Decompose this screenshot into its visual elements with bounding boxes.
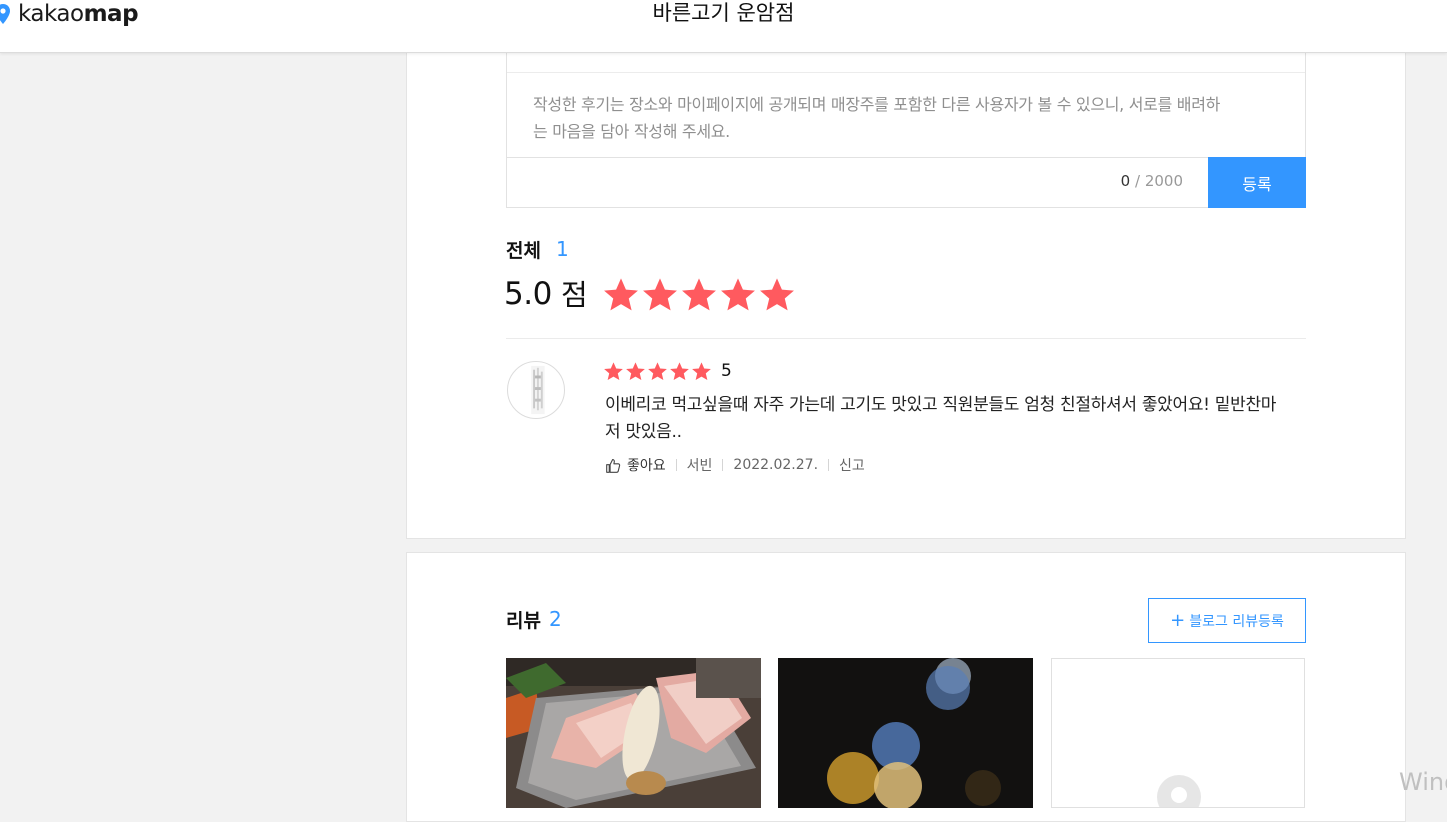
thumbs-up-icon[interactable] [605,457,622,474]
like-button[interactable]: 좋아요 [627,455,666,475]
windows-watermark: Windows [1399,768,1447,796]
blog-review-label: 리뷰 [506,610,541,632]
review-textarea-placeholder[interactable]: 작성한 후기는 장소와 마이페이지에 공개되며 매장주를 포함한 다른 사용자가… [533,91,1223,145]
divider [506,338,1306,339]
star-icon [682,278,716,311]
star-icon [626,362,645,380]
top-header: kakaomap 바른고기 운암점 [0,0,1447,53]
no-image-icon [1157,775,1201,807]
blog-review-thumbnail[interactable] [506,658,761,808]
meta-separator [675,459,677,471]
star-icon [760,278,794,311]
char-count: 0 [1120,172,1131,190]
meta-separator [722,459,724,471]
score-unit: 점 [561,278,588,312]
bokeh-lights-photo [778,658,1033,808]
add-blog-review-button[interactable]: + 블로그 리뷰등록 [1148,598,1306,643]
plus-icon: + [1170,609,1186,631]
star-icon [670,362,689,380]
star-icon [648,362,667,380]
avatar-image [531,365,545,415]
review-rating-stars [603,361,712,382]
star-icon [721,278,755,311]
star-icon [692,362,711,380]
meta-separator [828,459,830,471]
submit-review-button[interactable]: 등록 [1208,157,1306,208]
blog-review-thumbnail[interactable] [778,658,1033,808]
star-icon [643,278,677,311]
review-meta: 좋아요 서빈 2022.02.27. 신고 [605,455,865,475]
total-reviews-count: 1 [556,237,569,261]
grilled-meat-photo [506,658,761,808]
place-name-title: 바른고기 운암점 [652,1,795,25]
blog-review-thumbnail-placeholder[interactable] [1051,658,1305,808]
review-date: 2022.02.27. [733,457,819,473]
star-icon [604,278,638,311]
divider [507,157,1305,158]
review-text: 이베리코 먹고싶을때 자주 가는데 고기도 맛있고 직원분들도 엄청 친절하셔서… [605,395,1277,442]
average-rating-stars [602,276,796,314]
review-rating-value: 5 [721,361,732,381]
total-reviews-label: 전체 [506,240,541,262]
average-score: 5.0 [504,276,552,312]
char-limit: / 2000 [1135,172,1183,190]
report-button[interactable]: 신고 [839,455,865,475]
review-write-box[interactable]: 작성한 후기는 장소와 마이페이지에 공개되며 매장주를 포함한 다른 사용자가… [506,40,1306,208]
blog-review-count: 2 [549,607,562,631]
char-counter: 0 / 2000 [1121,172,1183,190]
avatar[interactable] [507,361,565,419]
divider [507,72,1305,73]
add-blog-review-label: 블로그 리뷰등록 [1189,613,1284,630]
review-author[interactable]: 서빈 [687,455,713,475]
star-icon [604,362,623,380]
